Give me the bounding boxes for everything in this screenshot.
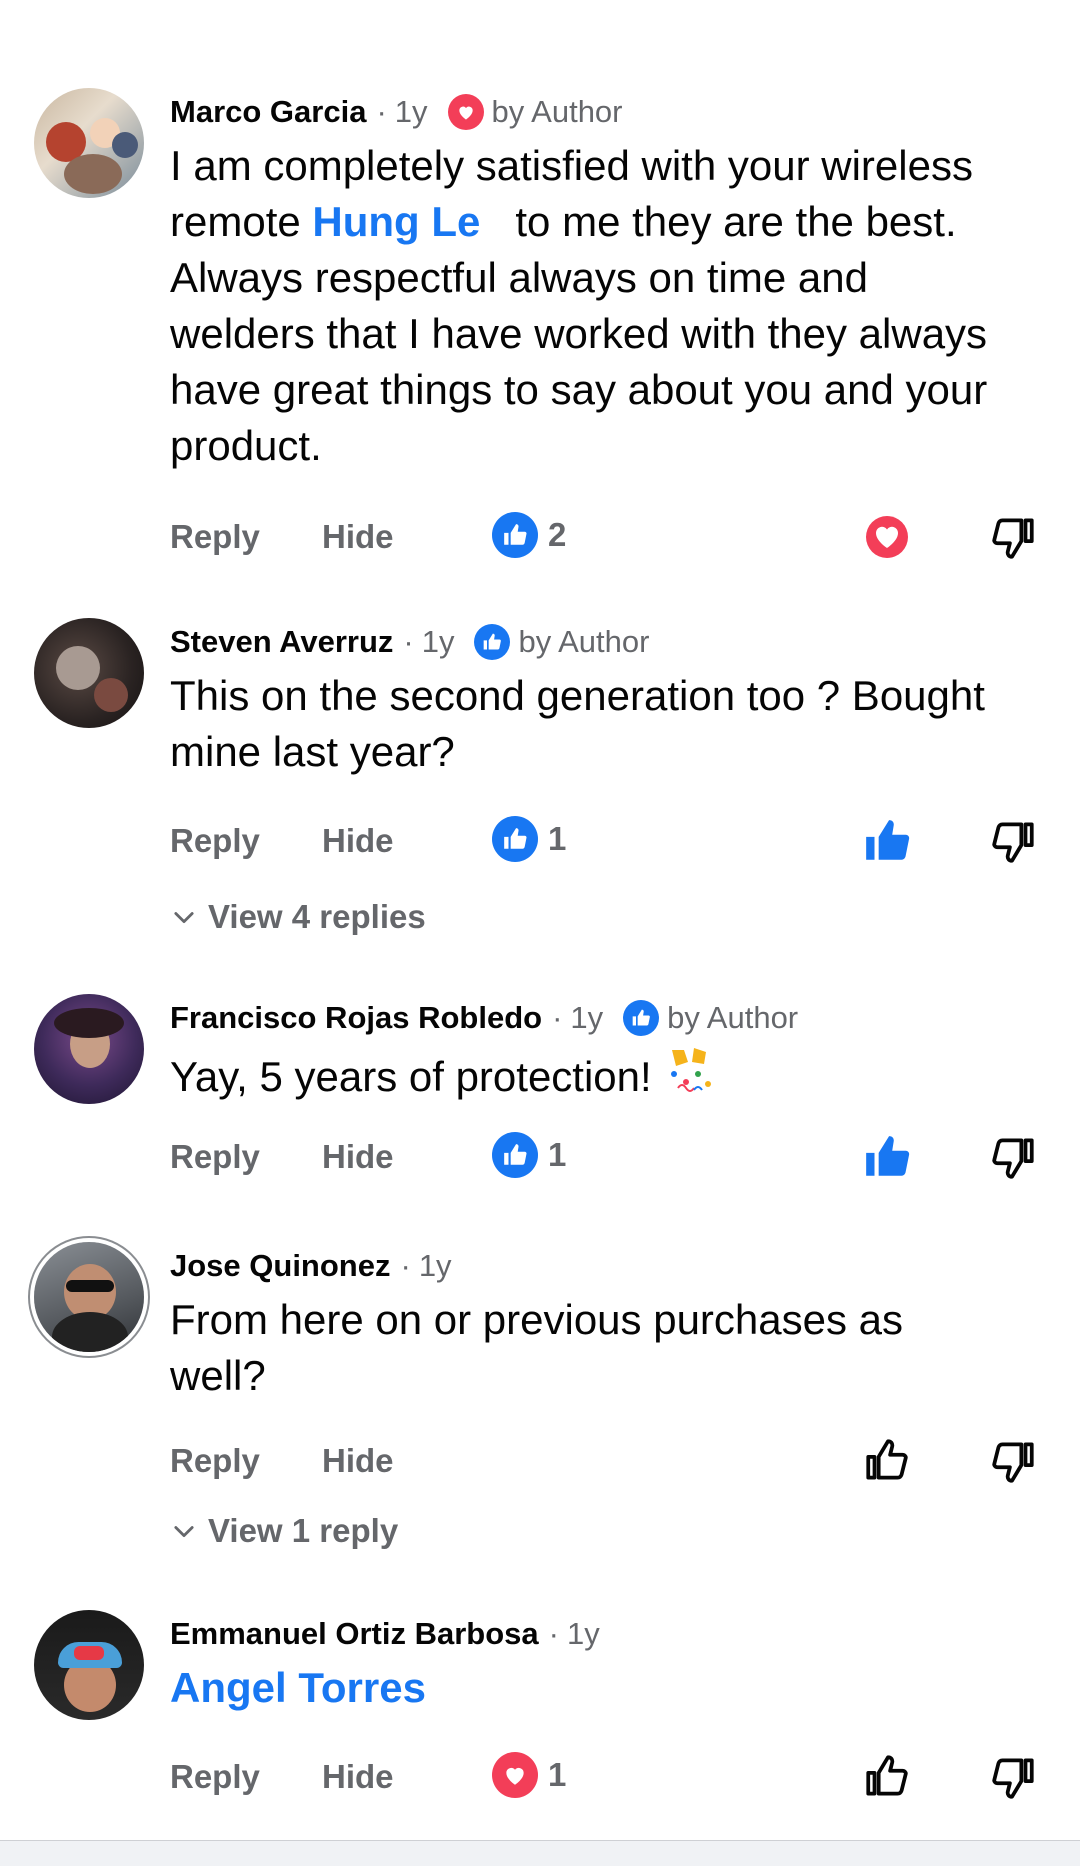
avatar[interactable]: [34, 994, 144, 1104]
view-replies-button[interactable]: View 4 replies: [170, 898, 426, 936]
by-author-badge: by Author: [667, 1000, 799, 1035]
author-name[interactable]: Jose Quinonez: [170, 1248, 390, 1284]
mention-link[interactable]: Angel Torres: [170, 1664, 426, 1711]
separator: ·: [548, 1616, 559, 1651]
author-name[interactable]: Steven Averruz: [170, 624, 393, 660]
comment-header: Francisco Rojas Robledo · 1y by Author: [170, 998, 798, 1038]
text-line: Yay, 5 years of protection!: [170, 1044, 1050, 1110]
text-line: well?: [170, 1352, 266, 1399]
avatar[interactable]: [34, 88, 144, 198]
comment-header: Emmanuel Ortiz Barbosa · 1y: [170, 1614, 600, 1654]
thumbs-down-icon[interactable]: [988, 1752, 1038, 1802]
reaction-summary[interactable]: 1: [492, 1752, 566, 1798]
hide-button[interactable]: Hide: [322, 1442, 394, 1480]
reaction-count: 1: [548, 1136, 567, 1173]
timestamp[interactable]: 1y: [419, 1248, 452, 1284]
comment-actions: Reply Hide 2: [170, 512, 1050, 562]
text-line: have great things to say about you and y…: [170, 366, 988, 413]
comment-actions: Reply Hide 1: [170, 1752, 1050, 1802]
timestamp[interactable]: 1y: [570, 1000, 603, 1036]
thumbs-up-filled-icon[interactable]: [862, 816, 912, 866]
confetti-icon: [664, 1044, 716, 1110]
chevron-down-icon: [174, 912, 194, 924]
text-line: mine last year?: [170, 728, 455, 775]
avatar[interactable]: [34, 1242, 144, 1352]
thumbs-down-icon[interactable]: [988, 816, 1038, 866]
reaction-summary[interactable]: 2: [492, 512, 566, 558]
comment-text: From here on or previous purchases as we…: [170, 1292, 1050, 1404]
text-line: welders that I have worked with they alw…: [170, 310, 988, 357]
separator: ·: [400, 1248, 411, 1283]
text-line: Angel Torres: [170, 1660, 1050, 1716]
comment-header: Jose Quinonez · 1y: [170, 1246, 452, 1286]
timestamp[interactable]: 1y: [567, 1616, 600, 1652]
comment-text: This on the second generation too ? Boug…: [170, 668, 1050, 780]
heart-vote-button[interactable]: [862, 512, 912, 562]
reply-button[interactable]: Reply: [170, 1758, 260, 1796]
comment-actions: Reply Hide 1: [170, 816, 1050, 866]
author-name[interactable]: Francisco Rojas Robledo: [170, 1000, 542, 1036]
comment-actions: Reply Hide 1: [170, 1132, 1050, 1182]
like-icon: [492, 816, 538, 862]
like-icon: [474, 624, 511, 660]
comment-composer-edge: [0, 1840, 1080, 1866]
reply-button[interactable]: Reply: [170, 518, 260, 556]
hide-button[interactable]: Hide: [322, 822, 394, 860]
reaction-summary[interactable]: 1: [492, 816, 566, 862]
thumbs-down-icon[interactable]: [988, 1132, 1038, 1182]
avatar[interactable]: [34, 1610, 144, 1720]
reaction-count: 1: [548, 820, 567, 857]
reaction-count: 1: [548, 1756, 567, 1793]
heart-icon: [447, 94, 484, 130]
separator: ·: [552, 1000, 563, 1035]
chevron-down-icon: [174, 1526, 194, 1538]
timestamp[interactable]: 1y: [422, 624, 455, 660]
text-line: This on the second generation too ? Boug…: [170, 672, 985, 719]
by-author-badge: by Author: [491, 94, 623, 129]
comment-text: I am completely satisfied with your wire…: [170, 138, 1050, 474]
separator: ·: [376, 94, 387, 129]
text-line: From here on or previous purchases as: [170, 1296, 904, 1343]
author-name[interactable]: Marco Garcia: [170, 94, 366, 130]
text-line: remote Hung Le to me they are the best.: [170, 198, 957, 245]
like-icon: [492, 1132, 538, 1178]
thumbs-up-filled-icon[interactable]: [862, 1132, 912, 1182]
comment-actions: Reply Hide: [170, 1436, 1050, 1486]
like-icon: [492, 512, 538, 558]
reply-button[interactable]: Reply: [170, 1442, 260, 1480]
avatar[interactable]: [34, 618, 144, 728]
thumbs-down-icon[interactable]: [988, 1436, 1038, 1486]
comment-header: Steven Averruz · 1y by Author: [170, 622, 649, 662]
comment-text: Yay, 5 years of protection!: [170, 1044, 1050, 1110]
hide-button[interactable]: Hide: [322, 518, 394, 556]
thumbs-up-icon[interactable]: [862, 1752, 912, 1802]
comment-header: Marco Garcia · 1y by Author: [170, 92, 623, 132]
by-author-badge: by Author: [518, 624, 650, 659]
view-replies-button[interactable]: View 1 reply: [170, 1512, 398, 1550]
heart-icon: [492, 1752, 538, 1798]
reply-button[interactable]: Reply: [170, 1138, 260, 1176]
reaction-count: 2: [548, 516, 567, 553]
hide-button[interactable]: Hide: [322, 1758, 394, 1796]
text-line: Always respectful always on time and: [170, 254, 868, 301]
mention-link[interactable]: Hung Le: [312, 198, 480, 245]
reply-button[interactable]: Reply: [170, 822, 260, 860]
author-name[interactable]: Emmanuel Ortiz Barbosa: [170, 1616, 539, 1652]
comment-text: Angel Torres: [170, 1660, 1050, 1716]
separator: ·: [403, 624, 414, 659]
hide-button[interactable]: Hide: [322, 1138, 394, 1176]
text-line: I am completely satisfied with your wire…: [170, 142, 973, 189]
reaction-summary[interactable]: 1: [492, 1132, 566, 1178]
like-icon: [623, 1000, 660, 1036]
thumbs-up-icon[interactable]: [862, 1436, 912, 1486]
thumbs-down-icon[interactable]: [988, 512, 1038, 562]
timestamp[interactable]: 1y: [395, 94, 428, 130]
text-line: product.: [170, 422, 322, 469]
